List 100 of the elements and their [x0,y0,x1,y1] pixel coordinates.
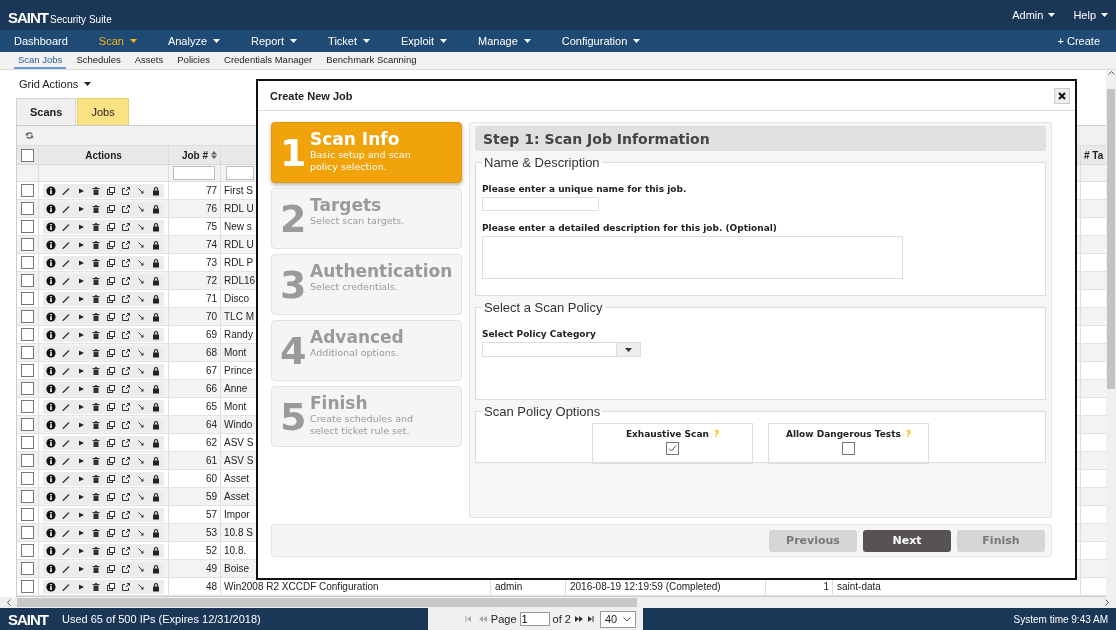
copy-icon[interactable] [106,239,116,250]
arrow-icon[interactable] [136,581,146,592]
copy-icon[interactable] [106,581,116,592]
scrollbar-thumb[interactable] [17,598,637,607]
info-icon[interactable] [46,365,56,376]
checkbox[interactable] [21,436,34,449]
pencil-icon[interactable] [61,311,71,322]
info-icon[interactable] [46,545,56,556]
checkbox[interactable] [21,526,34,539]
copy-icon[interactable] [106,365,116,376]
lock-icon[interactable] [151,311,161,322]
external-link-icon[interactable] [121,455,131,466]
checkbox[interactable] [21,148,34,162]
external-link-icon[interactable] [121,239,131,250]
info-icon[interactable] [46,221,56,232]
checkbox[interactable] [21,490,34,503]
create-button[interactable]: + Create [1055,35,1102,47]
copy-icon[interactable] [106,293,116,304]
checkbox[interactable] [21,400,34,413]
arrow-icon[interactable] [136,311,146,322]
pencil-icon[interactable] [61,185,71,196]
trash-icon[interactable] [91,293,101,304]
arrow-icon[interactable] [136,455,146,466]
info-icon[interactable] [46,437,56,448]
arrow-icon[interactable] [136,401,146,412]
checkbox[interactable] [21,184,34,197]
lock-icon[interactable] [151,545,161,556]
arrow-icon[interactable] [136,365,146,376]
lock-icon[interactable] [151,473,161,484]
checkbox[interactable] [21,256,34,269]
info-icon[interactable] [46,203,56,214]
info-icon[interactable] [46,473,56,484]
external-link-icon[interactable] [121,491,131,502]
pencil-icon[interactable] [61,257,71,268]
external-link-icon[interactable] [121,509,131,520]
checkbox[interactable] [21,238,34,251]
trash-icon[interactable] [91,581,101,592]
trash-icon[interactable] [91,257,101,268]
pencil-icon[interactable] [61,419,71,430]
lock-icon[interactable] [151,527,161,538]
arrow-icon[interactable] [136,293,146,304]
arrow-icon[interactable] [136,527,146,538]
pencil-icon[interactable] [61,509,71,520]
info-icon[interactable] [46,401,56,412]
external-link-icon[interactable] [121,329,131,340]
trash-icon[interactable] [91,491,101,502]
nav-item[interactable]: Exploit [399,35,450,47]
copy-icon[interactable] [106,455,116,466]
pencil-icon[interactable] [61,347,71,358]
trash-icon[interactable] [91,365,101,376]
pencil-icon[interactable] [61,329,71,340]
trash-icon[interactable] [91,239,101,250]
grid-tab[interactable]: Scans [16,97,77,125]
copy-icon[interactable] [106,563,116,574]
scrollbar-thumb[interactable] [1107,89,1115,389]
info-icon[interactable] [46,275,56,286]
checkbox[interactable] [21,418,34,431]
pencil-icon[interactable] [61,545,71,556]
wizard-button[interactable]: Next [863,529,951,552]
checkbox[interactable] [666,442,679,455]
trash-icon[interactable] [91,455,101,466]
info-icon[interactable] [46,239,56,250]
copy-icon[interactable] [106,347,116,358]
checkbox[interactable] [21,346,34,359]
copy-icon[interactable] [106,491,116,502]
arrow-icon[interactable] [136,329,146,340]
pencil-icon[interactable] [61,239,71,250]
pencil-icon[interactable] [61,473,71,484]
lock-icon[interactable] [151,185,161,196]
arrow-icon[interactable] [136,239,146,250]
last-page-icon[interactable] [586,615,597,623]
external-link-icon[interactable] [121,527,131,538]
info-icon[interactable] [46,455,56,466]
nav-item[interactable]: Analyze [165,35,223,47]
lock-icon[interactable] [151,401,161,412]
nav-item[interactable]: Report [249,35,300,47]
nav-item[interactable]: Configuration [559,35,643,47]
pencil-icon[interactable] [61,563,71,574]
checkbox[interactable] [21,328,34,341]
pencil-icon[interactable] [61,365,71,376]
external-link-icon[interactable] [121,401,131,412]
lock-icon[interactable] [151,203,161,214]
external-link-icon[interactable] [121,473,131,484]
pencil-icon[interactable] [61,275,71,286]
checkbox[interactable] [21,292,34,305]
refresh-icon[interactable] [25,131,34,140]
sort-icon[interactable] [211,151,217,159]
pencil-icon[interactable] [61,383,71,394]
arrow-icon[interactable] [136,419,146,430]
external-link-icon[interactable] [121,311,131,322]
trash-icon[interactable] [91,185,101,196]
trash-icon[interactable] [91,563,101,574]
external-link-icon[interactable] [121,419,131,430]
info-icon[interactable] [46,563,56,574]
lock-icon[interactable] [151,239,161,250]
info-icon[interactable] [46,293,56,304]
scroll-up-icon[interactable] [1107,70,1115,75]
info-icon[interactable] [46,257,56,268]
trash-icon[interactable] [91,401,101,412]
external-link-icon[interactable] [121,221,131,232]
